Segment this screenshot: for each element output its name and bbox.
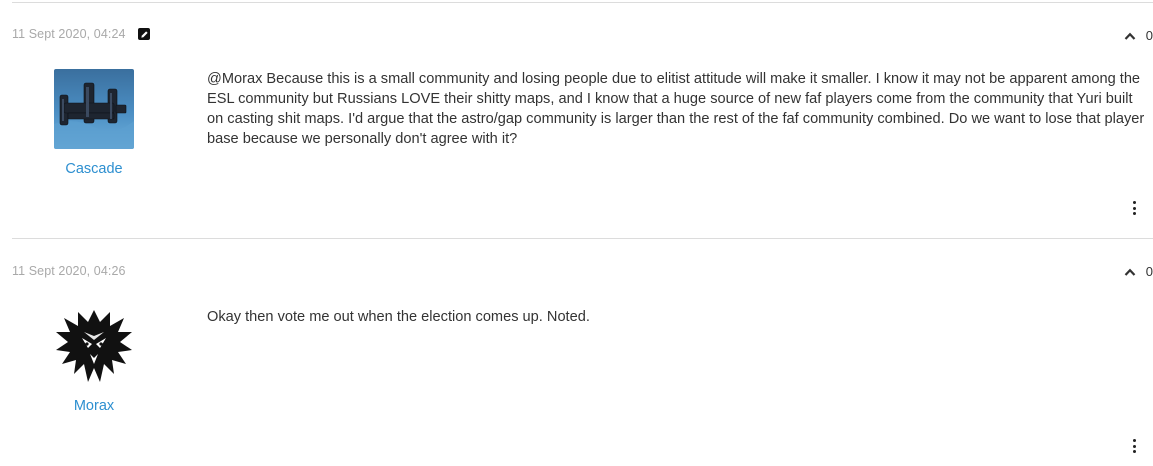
vote-count: 0	[1145, 28, 1153, 43]
post-content: Okay then vote me out when the election …	[207, 309, 590, 325]
more-options-icon[interactable]	[1131, 201, 1137, 215]
spaceship-avatar-image[interactable]	[54, 69, 134, 149]
post-timestamp[interactable]: 11 Sept 2020, 04:26	[12, 263, 126, 279]
post: 11 Sept 2020, 04:26 0 Morax Okay then vo…	[12, 238, 1153, 466]
author-name[interactable]: Morax	[12, 397, 176, 415]
vote-controls: 0	[1124, 264, 1153, 280]
post: 11 Sept 2020, 04:24 0 Cascade @Morax Bec…	[12, 0, 1153, 238]
more-options-icon[interactable]	[1131, 439, 1137, 453]
post-content: @Morax Because this is a small community…	[207, 71, 1145, 147]
vote-controls: 0	[1124, 28, 1153, 44]
upvote-chevron-up-icon[interactable]	[1124, 268, 1136, 276]
avatar[interactable]	[54, 69, 134, 149]
upvote-chevron-up-icon[interactable]	[1124, 32, 1136, 40]
wolf-medallion-avatar-image[interactable]	[54, 306, 134, 386]
post-timestamp[interactable]: 11 Sept 2020, 04:24	[12, 26, 126, 42]
author-name[interactable]: Cascade	[12, 160, 176, 178]
avatar[interactable]	[54, 306, 134, 386]
edit-pencil-icon[interactable]	[138, 28, 150, 40]
vote-count: 0	[1145, 264, 1153, 279]
